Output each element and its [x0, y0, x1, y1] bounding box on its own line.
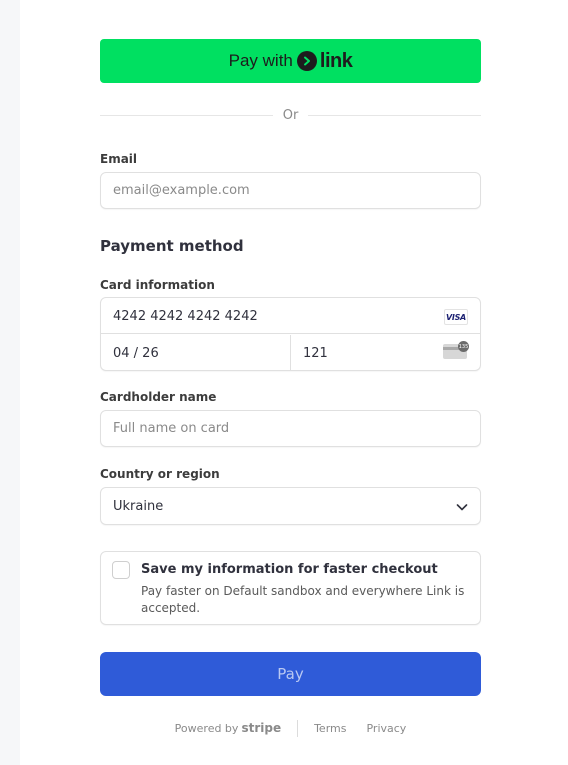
pay-with-link-button[interactable]: Pay with link — [100, 39, 481, 83]
card-number-field[interactable]: 4242 4242 4242 4242 VISA — [101, 298, 480, 334]
save-info-box: Save my information for faster checkout … — [100, 551, 481, 625]
divider-line-left — [100, 114, 273, 116]
link-arrow-icon — [296, 51, 317, 71]
card-information-label: Card information — [100, 278, 215, 292]
expiry-field[interactable]: 04 / 26 — [101, 335, 291, 371]
divider-line-right — [308, 114, 482, 116]
footer-separator — [297, 719, 299, 737]
terms-link[interactable]: Terms — [314, 722, 346, 735]
save-info-description: Pay faster on Default sandbox and everyw… — [141, 584, 465, 615]
cardholder-name-label: Cardholder name — [100, 390, 217, 404]
card-information-group: 4242 4242 4242 4242 VISA 04 / 26 121 135 — [100, 297, 481, 371]
save-info-title: Save my information for faster checkout — [141, 562, 438, 577]
cvc-icon-number: 135 — [458, 341, 469, 352]
cardholder-name-field[interactable] — [100, 410, 481, 447]
footer: Powered by stripe Terms Privacy — [100, 719, 481, 737]
pay-button[interactable]: Pay — [100, 652, 481, 696]
link-logo: link — [296, 49, 353, 73]
save-info-checkbox[interactable] — [112, 561, 130, 579]
cvc-card-icon: 135 — [443, 341, 469, 359]
expiry-value: 04 / 26 — [113, 345, 159, 361]
or-divider: Or — [100, 106, 482, 124]
stripe-logo: stripe — [241, 721, 282, 735]
country-select[interactable]: Ukraine — [100, 487, 481, 525]
country-label: Country or region — [100, 467, 220, 481]
or-text: Or — [282, 107, 299, 123]
pay-with-text: Pay with — [228, 51, 293, 70]
cvc-field[interactable]: 121 135 — [291, 335, 480, 371]
email-field[interactable] — [100, 172, 481, 209]
country-selected-value: Ukraine — [113, 498, 164, 514]
powered-by-text: Powered by — [174, 721, 239, 735]
cvc-value: 121 — [303, 345, 328, 361]
card-number-value: 4242 4242 4242 4242 — [113, 308, 258, 324]
privacy-link[interactable]: Privacy — [366, 722, 406, 735]
payment-method-title: Payment method — [100, 237, 244, 255]
email-label: Email — [100, 152, 138, 166]
link-wordmark: link — [319, 49, 353, 72]
visa-icon: VISA — [444, 309, 468, 325]
chevron-down-icon — [456, 501, 468, 516]
checkout-page: Pay with link Or Email Payment method Ca… — [20, 0, 568, 765]
